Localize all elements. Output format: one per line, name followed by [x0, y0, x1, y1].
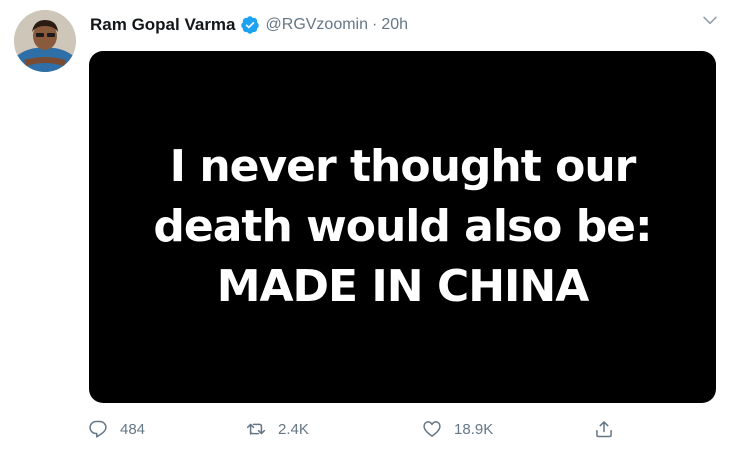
share-button[interactable] [594, 416, 614, 442]
retweet-count: 2.4K [278, 420, 309, 438]
tweet-header: Ram Gopal Varma @RGVzoomin · 20h [90, 12, 408, 38]
media-text-line-1: I never thought our [169, 141, 637, 192]
like-button[interactable]: 18.9K [422, 416, 493, 442]
verified-badge-icon [240, 16, 259, 34]
retweet-icon [246, 423, 266, 435]
tweet-media-image[interactable]: I never thought our death would also be:… [89, 51, 716, 403]
chevron-down-icon[interactable] [702, 12, 718, 28]
author-handle[interactable]: @RGVzoomin [266, 16, 369, 34]
retweet-button[interactable]: 2.4K [246, 416, 309, 442]
avatar[interactable] [14, 10, 76, 72]
separator-dot: · [372, 16, 378, 33]
reply-count: 484 [120, 420, 146, 438]
profile-photo-icon [14, 10, 76, 72]
like-count: 18.9K [454, 420, 494, 438]
media-text-line-2: death would also be: [153, 201, 652, 252]
tweet-actions: 484 2.4K 18.9K [88, 416, 628, 442]
heart-icon [423, 421, 441, 437]
reply-icon [89, 420, 107, 438]
tweet-card[interactable]: Ram Gopal Varma @RGVzoomin · 20h I never… [0, 0, 734, 450]
share-icon [596, 421, 612, 438]
tweet-timestamp[interactable]: 20h [381, 16, 408, 34]
author-name[interactable]: Ram Gopal Varma [90, 15, 236, 35]
media-text-line-3: MADE IN CHINA [216, 261, 590, 312]
reply-button[interactable]: 484 [88, 416, 145, 442]
